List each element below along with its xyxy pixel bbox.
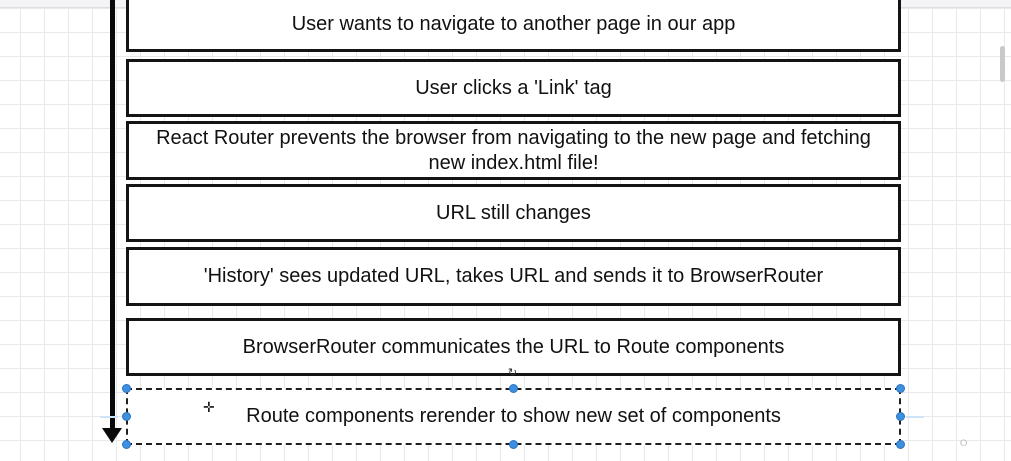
step-text-1: User wants to navigate to another page i… xyxy=(291,13,736,35)
connect-arrow-left[interactable] xyxy=(100,416,118,418)
udemy-logo-icon: ⭘ xyxy=(960,438,968,448)
resize-handle-left[interactable] xyxy=(122,412,131,421)
step-text-3: React Router prevents the browser from n… xyxy=(156,126,871,174)
step-text-5: 'History' sees updated URL, takes URL an… xyxy=(203,265,824,287)
step-text-7: Route components rerender to show new se… xyxy=(246,405,781,427)
resize-handle-bottom-right[interactable] xyxy=(896,440,905,449)
move-cursor-icon: ✛ xyxy=(203,399,215,415)
step-box-2[interactable]: User clicks a 'Link' tag xyxy=(126,59,901,117)
resize-handle-top[interactable] xyxy=(509,384,518,393)
step-text-2: User clicks a 'Link' tag xyxy=(415,76,612,99)
resize-handle-top-right[interactable] xyxy=(896,384,905,393)
vertical-scrollbar[interactable] xyxy=(998,10,1008,430)
diagram-canvas[interactable]: User wants to navigate to another page i… xyxy=(0,0,1011,461)
flow-arrow-line xyxy=(110,0,115,432)
step-box-4[interactable]: URL still changes xyxy=(126,184,901,242)
step-text-6: BrowserRouter communicates the URL to Ro… xyxy=(242,335,785,358)
resize-handle-right[interactable] xyxy=(896,412,905,421)
resize-handle-bottom-left[interactable] xyxy=(122,440,131,449)
step-text-4: URL still changes xyxy=(436,201,591,224)
resize-handle-top-left[interactable] xyxy=(122,384,131,393)
resize-handle-bottom[interactable] xyxy=(509,440,518,449)
flow-arrowhead xyxy=(102,428,122,443)
connect-arrow-right[interactable] xyxy=(906,416,924,418)
scrollbar-thumb[interactable] xyxy=(1000,46,1005,82)
step-box-1[interactable]: User wants to navigate to another page i… xyxy=(126,0,901,52)
rotate-icon[interactable]: ↻ xyxy=(507,368,518,379)
step-box-3[interactable]: React Router prevents the browser from n… xyxy=(126,121,901,180)
step-box-5[interactable]: 'History' sees updated URL, takes URL an… xyxy=(126,247,901,306)
step-box-7-selected[interactable]: Route components rerender to show new se… xyxy=(126,388,901,445)
